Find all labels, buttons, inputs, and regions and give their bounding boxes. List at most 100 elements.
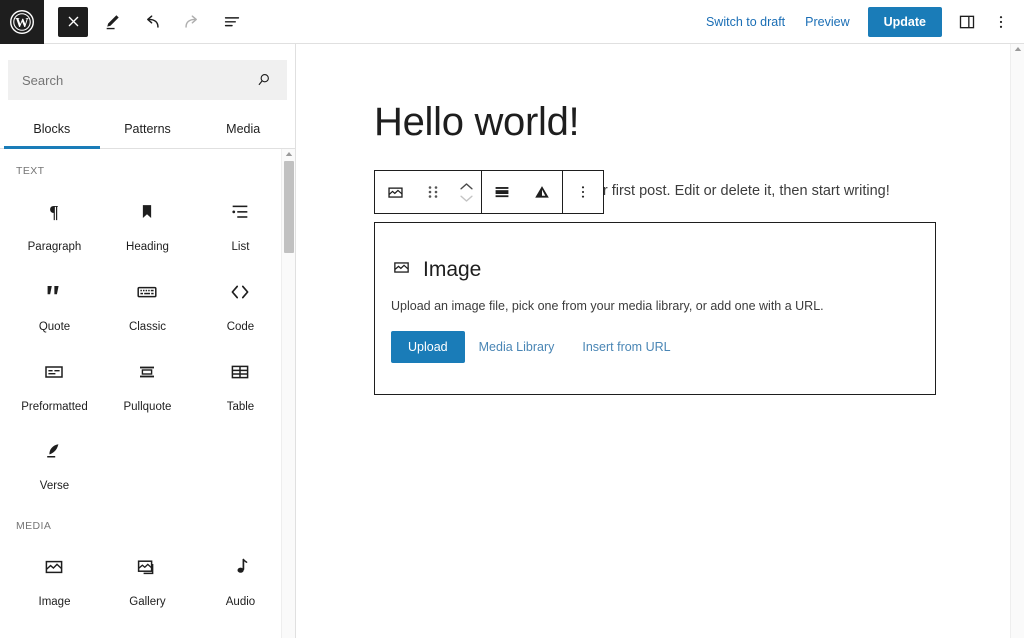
block-inserter-sidebar: Blocks Patterns Media TEXT ¶ Paragraph [0,44,296,638]
settings-sidebar-button[interactable] [950,5,984,39]
undo-button[interactable] [136,6,168,38]
image-block-title: Image [423,258,481,282]
scroll-up-arrow-icon [1014,46,1022,52]
upload-button[interactable]: Upload [391,331,465,363]
block-label: List [232,241,250,255]
table-grid-icon [228,359,252,385]
block-item-code[interactable]: Code [194,265,287,345]
block-label: Quote [39,321,70,335]
align-full-width-icon [491,181,513,203]
block-item-pullquote[interactable]: Pullquote [101,345,194,425]
drag-block-handle[interactable] [415,171,451,213]
code-angle-brackets-icon [228,279,252,305]
tab-media[interactable]: Media [195,108,291,148]
quote-marks-icon [43,279,65,305]
classic-keyboard-icon [135,279,159,305]
page-scrollbar[interactable] [1010,44,1024,638]
align-button[interactable] [482,171,522,213]
image-block-type-icon [385,182,406,203]
toolbar-left-group [44,6,256,38]
wordpress-block-editor: W [0,0,1024,638]
block-item-audio[interactable]: Audio [194,540,287,620]
chevron-down-icon[interactable] [459,194,474,203]
block-item-list[interactable]: List [194,185,287,265]
block-label: Verse [40,480,69,494]
svg-text:¶: ¶ [50,202,59,222]
block-item-verse[interactable]: Verse [8,424,101,504]
block-item-table[interactable]: Table [194,345,287,425]
gallery-icon [135,554,159,580]
insert-from-url-button[interactable]: Insert from URL [568,331,684,363]
block-label: Image [39,596,71,610]
tab-blocks[interactable]: Blocks [4,108,100,148]
redo-button[interactable] [176,6,208,38]
more-options-button[interactable] [984,5,1018,39]
more-vertical-icon [573,182,593,202]
image-block-header: Image [391,257,919,283]
sidebar-scrollbar[interactable] [281,149,295,638]
image-icon [391,257,412,283]
pullquote-icon [135,359,159,385]
pencil-edit-icon [101,11,123,33]
audio-note-icon [228,554,252,580]
paragraph-pilcrow-icon: ¶ [43,199,65,225]
image-placeholder-block[interactable]: Image Upload an image file, pick one fro… [374,222,936,395]
preformatted-icon [42,359,66,385]
block-label: Gallery [129,596,165,610]
block-list-scroll-region: TEXT ¶ Paragraph [0,149,295,638]
replace-media-icon [531,181,553,203]
close-x-icon [66,14,81,29]
block-toolbar-group-middle [482,171,562,213]
toolbar-right-group: Switch to draft Preview Update [696,5,1024,39]
chevron-up-icon[interactable] [459,182,474,191]
edit-tool-button[interactable] [96,6,128,38]
block-item-gallery[interactable]: Gallery [101,540,194,620]
editor-top-toolbar: W [0,0,1024,44]
inserter-tabs: Blocks Patterns Media [0,108,295,149]
block-item-preformatted[interactable]: Preformatted [8,345,101,425]
block-label: Preformatted [21,401,87,415]
editor-canvas: Hello world! Welcome to WordPress. This … [296,44,1010,638]
close-inserter-button[interactable] [58,7,88,37]
scroll-up-arrow-icon [285,151,293,157]
block-label: Classic [129,321,166,335]
block-label: Code [227,321,255,335]
more-vertical-icon [991,12,1011,32]
block-toolbar [374,170,604,214]
block-item-paragraph[interactable]: ¶ Paragraph [8,185,101,265]
preview-button[interactable]: Preview [795,9,859,35]
block-grid-media: Image Gallery [8,540,287,620]
heading-bookmark-icon [136,199,158,225]
block-toolbar-group-left [375,171,481,213]
block-options-button[interactable] [563,171,603,213]
block-type-button[interactable] [375,171,415,213]
sidebar-scrollbar-thumb[interactable] [284,161,294,253]
document-outline-icon [221,11,243,33]
image-block-description: Upload an image file, pick one from your… [391,299,919,313]
block-label: Heading [126,241,169,255]
block-label: Table [227,401,255,415]
search-container [0,44,295,108]
block-grid-text: ¶ Paragraph Heading [8,185,287,504]
document-outline-button[interactable] [216,6,248,38]
block-label: Paragraph [28,241,82,255]
block-item-classic[interactable]: Classic [101,265,194,345]
page-title[interactable]: Hello world! [374,102,579,142]
switch-to-draft-button[interactable]: Switch to draft [696,9,795,35]
replace-media-button[interactable] [522,171,562,213]
search-input[interactable] [8,60,255,100]
media-library-button[interactable]: Media Library [465,331,569,363]
category-title-media: MEDIA [8,504,287,540]
block-item-quote[interactable]: Quote [8,265,101,345]
tab-patterns[interactable]: Patterns [100,108,196,148]
undo-arrow-icon [141,11,163,33]
block-label: Audio [226,596,255,610]
wordpress-logo-icon[interactable]: W [0,0,44,44]
block-item-heading[interactable]: Heading [101,185,194,265]
block-movers [451,182,481,203]
search-box[interactable] [8,60,287,100]
update-button[interactable]: Update [868,7,942,37]
search-icon [255,71,287,89]
block-item-image[interactable]: Image [8,540,101,620]
image-icon [42,554,66,580]
